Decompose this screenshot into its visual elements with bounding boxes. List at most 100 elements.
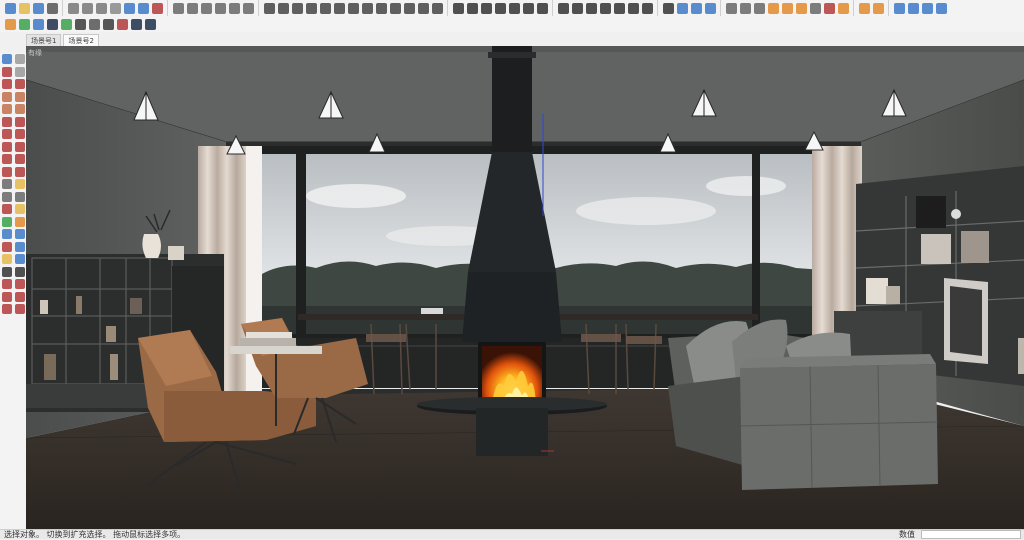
tab-scene-2[interactable]: 场景号2 bbox=[63, 34, 99, 46]
spiral-icon[interactable] bbox=[319, 2, 331, 14]
paste-icon[interactable] bbox=[95, 2, 107, 14]
new-file-icon[interactable] bbox=[4, 2, 16, 14]
info-icon[interactable] bbox=[144, 18, 156, 30]
axes-icon[interactable] bbox=[1, 204, 12, 215]
mirror-icon[interactable] bbox=[431, 2, 443, 14]
brush-icon[interactable] bbox=[739, 2, 751, 14]
model-info-icon[interactable] bbox=[151, 2, 163, 14]
paint-icon[interactable] bbox=[1, 66, 12, 77]
rotated-rect-icon[interactable] bbox=[14, 91, 25, 102]
erase-icon[interactable] bbox=[109, 2, 121, 14]
component-make-icon[interactable] bbox=[14, 66, 25, 77]
stack-icon[interactable] bbox=[417, 2, 429, 14]
cut-icon[interactable] bbox=[67, 2, 79, 14]
frame-icon[interactable] bbox=[872, 2, 884, 14]
zoom-tool-icon[interactable] bbox=[1, 229, 12, 240]
text-icon[interactable] bbox=[14, 191, 25, 202]
select-arrow-icon[interactable] bbox=[1, 54, 12, 65]
gem-icon[interactable] bbox=[60, 18, 72, 30]
pan-tool-icon[interactable] bbox=[14, 216, 25, 227]
warehouse-icon[interactable] bbox=[116, 18, 128, 30]
terrain-icon[interactable] bbox=[1, 291, 12, 302]
move-icon[interactable] bbox=[1, 141, 12, 152]
zoom-window-icon[interactable] bbox=[14, 229, 25, 240]
protractor-icon[interactable] bbox=[1, 191, 12, 202]
left-view-icon[interactable] bbox=[242, 2, 254, 14]
dome-icon[interactable] bbox=[452, 2, 464, 14]
arc2-icon[interactable] bbox=[1, 129, 12, 140]
drape-icon[interactable] bbox=[403, 2, 415, 14]
paint-bucket-icon[interactable] bbox=[767, 2, 779, 14]
front-view-icon[interactable] bbox=[200, 2, 212, 14]
ring-icon[interactable] bbox=[641, 2, 653, 14]
print-icon[interactable] bbox=[46, 2, 58, 14]
arc-icon[interactable] bbox=[1, 116, 12, 127]
3d-text-icon[interactable] bbox=[14, 204, 25, 215]
scissors-icon[interactable] bbox=[823, 2, 835, 14]
pie-icon[interactable] bbox=[14, 116, 25, 127]
dot-line-icon[interactable] bbox=[480, 2, 492, 14]
save-icon[interactable] bbox=[32, 2, 44, 14]
follow-me-icon[interactable] bbox=[14, 154, 25, 165]
grid-icon[interactable] bbox=[522, 2, 534, 14]
cube-icon[interactable] bbox=[74, 18, 86, 30]
circle-tool-icon[interactable] bbox=[1, 104, 12, 115]
orbit-icon[interactable] bbox=[676, 2, 688, 14]
shear-icon[interactable] bbox=[508, 2, 520, 14]
profile-builder-icon[interactable] bbox=[263, 2, 275, 14]
render-icon[interactable] bbox=[858, 2, 870, 14]
pencil-icon[interactable] bbox=[725, 2, 737, 14]
box-icon[interactable] bbox=[781, 2, 793, 14]
stairs-icon[interactable] bbox=[277, 2, 289, 14]
look-around-icon[interactable] bbox=[14, 254, 25, 265]
shade-icon[interactable] bbox=[585, 2, 597, 14]
sun-icon[interactable] bbox=[536, 2, 548, 14]
swap-icon[interactable] bbox=[18, 18, 30, 30]
circle-icon[interactable] bbox=[627, 2, 639, 14]
curve-icon[interactable] bbox=[305, 2, 317, 14]
wave-icon[interactable] bbox=[291, 2, 303, 14]
dimension-icon[interactable] bbox=[14, 179, 25, 190]
line-icon[interactable] bbox=[1, 79, 12, 90]
zoom-extents-icon[interactable] bbox=[1, 241, 12, 252]
cloud-upload-icon[interactable] bbox=[921, 2, 933, 14]
position-camera-icon[interactable] bbox=[1, 254, 12, 265]
offset-icon[interactable] bbox=[14, 166, 25, 177]
sandbox-icon[interactable] bbox=[14, 279, 25, 290]
pan-icon[interactable] bbox=[690, 2, 702, 14]
settings-icon[interactable] bbox=[935, 2, 947, 14]
layers-icon[interactable] bbox=[32, 18, 44, 30]
flip-edge-icon[interactable] bbox=[14, 304, 25, 315]
eraser-icon[interactable] bbox=[14, 54, 25, 65]
top-view-icon[interactable] bbox=[186, 2, 198, 14]
open-folder-icon[interactable] bbox=[18, 2, 30, 14]
iso-view-icon[interactable] bbox=[172, 2, 184, 14]
walk-icon[interactable] bbox=[1, 266, 12, 277]
pipe-icon[interactable] bbox=[837, 2, 849, 14]
right-view-icon[interactable] bbox=[214, 2, 226, 14]
cloud-icon[interactable] bbox=[907, 2, 919, 14]
viewport[interactable]: 有缘 bbox=[26, 46, 1024, 529]
bend-icon[interactable] bbox=[375, 2, 387, 14]
tape-icon[interactable] bbox=[753, 2, 765, 14]
drape-tool-icon[interactable] bbox=[1, 304, 12, 315]
sync-icon[interactable] bbox=[893, 2, 905, 14]
component-icon[interactable] bbox=[795, 2, 807, 14]
cloud-download-icon[interactable] bbox=[102, 18, 114, 30]
checker-icon[interactable] bbox=[88, 18, 100, 30]
move-cursor-icon[interactable] bbox=[662, 2, 674, 14]
dash-line-icon[interactable] bbox=[466, 2, 478, 14]
twist-icon[interactable] bbox=[389, 2, 401, 14]
copy-icon[interactable] bbox=[81, 2, 93, 14]
freehand-icon[interactable] bbox=[14, 79, 25, 90]
measurements-input[interactable] bbox=[921, 530, 1021, 539]
undo-icon[interactable] bbox=[123, 2, 135, 14]
section-icon[interactable] bbox=[14, 266, 25, 277]
target-icon[interactable] bbox=[494, 2, 506, 14]
pen-icon[interactable] bbox=[347, 2, 359, 14]
polygon-icon[interactable] bbox=[14, 104, 25, 115]
zoom-icon[interactable] bbox=[704, 2, 716, 14]
stamp-icon[interactable] bbox=[14, 291, 25, 302]
push-pull-icon[interactable] bbox=[14, 141, 25, 152]
up-arrow-icon[interactable] bbox=[613, 2, 625, 14]
